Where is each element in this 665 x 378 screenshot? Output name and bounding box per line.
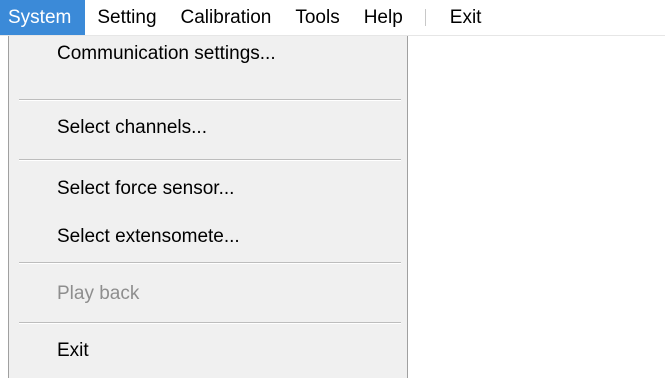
menu-item-exit[interactable]: Exit <box>9 333 407 369</box>
menu-item-communication-settings[interactable]: Communication settings... <box>9 36 407 72</box>
menu-help[interactable]: Help <box>352 0 415 35</box>
menu-exit[interactable]: Exit <box>438 0 494 35</box>
menu-system[interactable]: System <box>0 0 86 35</box>
menu-separator <box>19 322 401 324</box>
menu-item-play-back: Play back <box>57 283 140 304</box>
menu-separator <box>19 159 401 161</box>
menu-bar-divider <box>424 9 426 26</box>
menu-separator <box>19 262 401 264</box>
menu-bar: System Setting Calibration Tools Help Ex… <box>0 0 665 36</box>
menu-calibration[interactable]: Calibration <box>169 0 284 35</box>
system-dropdown-menu: Communication settings... Select channel… <box>8 36 408 378</box>
menu-item-select-channels[interactable]: Select channels... <box>9 110 407 146</box>
menu-item-select-force-sensor[interactable]: Select force sensor... <box>9 171 407 207</box>
menu-item-select-extensometer[interactable]: Select extensomete... <box>9 219 407 255</box>
menu-setting[interactable]: Setting <box>85 0 168 35</box>
menu-separator <box>19 99 401 101</box>
menu-tools[interactable]: Tools <box>283 0 351 35</box>
